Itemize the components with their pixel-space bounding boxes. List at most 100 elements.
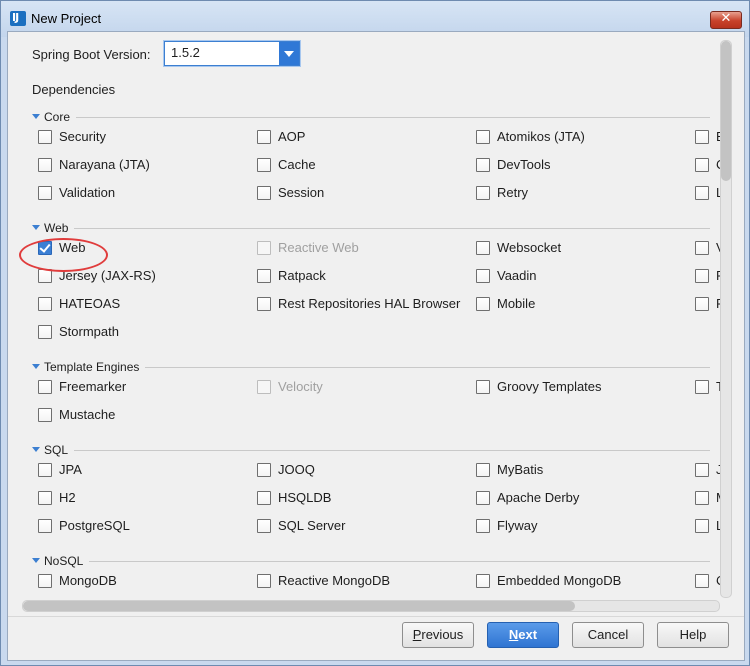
dependency-label: Freemarker — [59, 379, 127, 394]
checkbox[interactable] — [257, 186, 271, 200]
dependency-label: Atomikos (JTA) — [497, 129, 585, 144]
checkbox[interactable] — [476, 380, 490, 394]
group-divider — [74, 228, 710, 229]
checkbox[interactable] — [257, 297, 271, 311]
checkbox[interactable] — [38, 325, 52, 339]
close-button[interactable]: ✕ — [710, 11, 742, 29]
group-divider — [74, 450, 710, 451]
highlight-circle — [19, 238, 108, 272]
chevron-down-icon[interactable] — [32, 558, 40, 563]
checkbox[interactable] — [257, 519, 271, 533]
checkbox[interactable] — [257, 491, 271, 505]
checkbox[interactable] — [38, 297, 52, 311]
checkbox[interactable] — [38, 130, 52, 144]
dependency-label: Groovy Templates — [497, 379, 602, 394]
vertical-scroll-thumb[interactable] — [721, 41, 731, 181]
dependency-label: MongoDB — [59, 573, 117, 588]
dependency-label: HSQLDB — [278, 490, 332, 505]
checkbox[interactable] — [695, 463, 709, 477]
checkbox[interactable] — [476, 463, 490, 477]
chevron-down-icon[interactable] — [32, 447, 40, 452]
horizontal-scroll-thumb[interactable] — [23, 601, 575, 611]
checkbox[interactable] — [695, 491, 709, 505]
chevron-down-icon[interactable] — [32, 225, 40, 230]
group-core[interactable]: Core — [32, 110, 722, 124]
cancel-button[interactable]: Cancel — [572, 622, 644, 648]
checkbox[interactable] — [38, 463, 52, 477]
checkbox[interactable] — [257, 130, 271, 144]
checkbox — [257, 380, 271, 394]
checkbox[interactable] — [38, 380, 52, 394]
checkbox[interactable] — [38, 186, 52, 200]
dependency-label: Stormpath — [59, 324, 119, 339]
group-sql[interactable]: SQL — [32, 443, 722, 457]
group-divider — [145, 367, 710, 368]
group-divider — [76, 117, 710, 118]
group-label: Template Engines — [44, 360, 140, 374]
dependency-label: Flyway — [497, 518, 538, 533]
checkbox[interactable] — [695, 380, 709, 394]
checkbox[interactable] — [476, 186, 490, 200]
group-divider — [89, 561, 710, 562]
dependency-label: JPA — [59, 462, 82, 477]
spring-boot-version-value: 1.5.2 — [171, 45, 200, 60]
checkbox[interactable] — [38, 408, 52, 422]
checkbox[interactable] — [257, 158, 271, 172]
checkbox[interactable] — [38, 491, 52, 505]
dependency-label: Ratpack — [278, 268, 326, 283]
checkbox[interactable] — [695, 130, 709, 144]
checkbox[interactable] — [476, 241, 490, 255]
dependency-label: Mobile — [497, 296, 536, 311]
checkbox[interactable] — [476, 158, 490, 172]
dependency-label: Cache — [278, 157, 316, 172]
checkbox[interactable] — [38, 158, 52, 172]
dependency-label: JOOQ — [278, 462, 315, 477]
checkbox[interactable] — [695, 186, 709, 200]
checkbox[interactable] — [257, 269, 271, 283]
checkbox[interactable] — [38, 519, 52, 533]
dependency-label: H2 — [59, 490, 76, 505]
dependency-label: Reactive MongoDB — [278, 573, 390, 588]
horizontal-scrollbar[interactable] — [22, 600, 720, 612]
dependency-label: Websocket — [497, 240, 562, 255]
previous-button[interactable]: Previous — [402, 622, 474, 648]
checkbox[interactable] — [695, 297, 709, 311]
dialog-content: Spring Boot Version: 1.5.2 Dependencies … — [7, 31, 745, 661]
checkbox[interactable] — [695, 158, 709, 172]
checkbox[interactable] — [476, 269, 490, 283]
checkbox[interactable] — [695, 574, 709, 588]
chevron-down-icon[interactable] — [32, 114, 40, 119]
dependency-label: DevTools — [497, 157, 551, 172]
spring-boot-version-label: Spring Boot Version: — [32, 47, 151, 62]
checkbox[interactable] — [476, 491, 490, 505]
checkbox[interactable] — [476, 519, 490, 533]
checkbox[interactable] — [476, 130, 490, 144]
checkbox[interactable] — [476, 297, 490, 311]
group-label: Web — [44, 221, 69, 235]
dependencies-label: Dependencies — [32, 82, 116, 97]
group-template-engines[interactable]: Template Engines — [32, 360, 722, 374]
vertical-scrollbar[interactable] — [720, 40, 732, 598]
checkbox[interactable] — [476, 574, 490, 588]
checkbox[interactable] — [257, 463, 271, 477]
checkbox[interactable] — [257, 574, 271, 588]
dependency-label: Reactive Web — [278, 240, 359, 255]
group-web[interactable]: Web — [32, 221, 722, 235]
new-project-window: IJ New Project ✕ Spring Boot Version: 1.… — [0, 0, 750, 666]
next-button[interactable]: Next — [487, 622, 559, 648]
dependency-label: MyBatis — [497, 462, 544, 477]
checkbox[interactable] — [38, 574, 52, 588]
dependency-label: Validation — [59, 185, 116, 200]
checkbox[interactable] — [695, 269, 709, 283]
chevron-down-icon[interactable] — [32, 364, 40, 369]
dependency-label: Mustache — [59, 407, 116, 422]
chevron-down-icon[interactable] — [279, 42, 299, 65]
help-button[interactable]: Help — [657, 622, 729, 648]
checkbox[interactable] — [695, 241, 709, 255]
checkbox — [257, 241, 271, 255]
group-nosql[interactable]: NoSQL — [32, 554, 722, 568]
dependency-label: Retry — [497, 185, 529, 200]
dependency-label: Narayana (JTA) — [59, 157, 150, 172]
spring-boot-version-select[interactable]: 1.5.2 — [164, 41, 300, 66]
checkbox[interactable] — [695, 519, 709, 533]
